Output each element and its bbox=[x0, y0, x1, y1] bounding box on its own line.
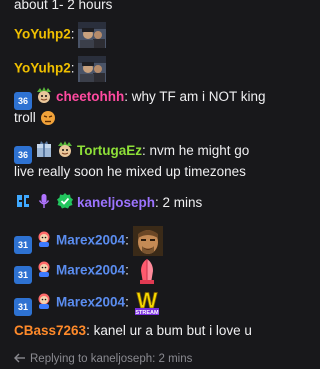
sub-badge-31[interactable]: 31 bbox=[14, 297, 32, 316]
mascot-badge-icon[interactable] bbox=[35, 230, 53, 248]
username[interactable]: Marex2004 bbox=[56, 295, 125, 310]
verified-badge-icon[interactable] bbox=[56, 192, 74, 210]
chat-message: 31 Marex2004: bbox=[0, 226, 312, 256]
sub-badge-31[interactable]: 31 bbox=[14, 235, 32, 254]
gift-badge-icon[interactable] bbox=[35, 140, 53, 158]
mascot-badge-icon[interactable] bbox=[35, 260, 53, 278]
mascot-badge-icon[interactable] bbox=[35, 292, 53, 310]
face-emote[interactable] bbox=[132, 226, 163, 256]
chat-message: CBass7263: kanel ur a bum but i love u bbox=[14, 323, 252, 338]
svg-text:STREAM: STREAM bbox=[135, 310, 159, 316]
username[interactable]: YoYuhp2 bbox=[14, 27, 71, 42]
username[interactable]: TortugaEz bbox=[77, 143, 142, 158]
username[interactable]: kaneljoseph bbox=[77, 195, 155, 210]
username[interactable]: YoYuhp2 bbox=[14, 61, 71, 76]
chat-message: kaneljoseph: 2 mins bbox=[0, 192, 312, 213]
chat-message: 31 Marex2004: bbox=[0, 257, 312, 285]
goblin-badge-icon[interactable] bbox=[35, 86, 53, 104]
chat-message: 36 cheetohhh: why TF am i NOT king bbox=[0, 86, 312, 110]
chat-message: YoYuhp2: bbox=[0, 22, 312, 48]
chat-message-continued: troll bbox=[0, 108, 312, 128]
sub-badge-31[interactable]: 31 bbox=[14, 265, 32, 284]
w-stream-emote[interactable]: W STREAM bbox=[133, 289, 161, 317]
goblin-badge-icon[interactable] bbox=[56, 140, 74, 158]
username[interactable]: cheetohhh bbox=[56, 89, 124, 104]
reply-preview[interactable]: Replying to kaneljoseph: 2 mins bbox=[0, 349, 312, 369]
bg-badge-icon[interactable] bbox=[14, 192, 32, 210]
chat-message: 36 TortugaEz: nvm he might go bbox=[0, 140, 312, 164]
avatar-photo-emote[interactable] bbox=[78, 22, 107, 48]
reply-arrow-icon bbox=[14, 353, 25, 363]
chat-message: 31 Marex2004: W STREAM bbox=[0, 289, 312, 317]
username[interactable]: Marex2004 bbox=[56, 263, 125, 278]
username[interactable]: Marex2004 bbox=[56, 233, 125, 248]
chat-message-continued: live really soon he mixed up timezones bbox=[14, 164, 246, 179]
angry-face-emote[interactable] bbox=[40, 110, 56, 126]
praying-hands-emote[interactable] bbox=[133, 257, 161, 285]
mic-badge-icon[interactable] bbox=[35, 192, 53, 210]
chat-message: YoYuhp2: bbox=[0, 56, 312, 82]
username[interactable]: CBass7263 bbox=[14, 323, 86, 338]
avatar-photo-emote[interactable] bbox=[78, 56, 107, 82]
partial-message: about 1- 2 hours bbox=[14, 0, 113, 12]
